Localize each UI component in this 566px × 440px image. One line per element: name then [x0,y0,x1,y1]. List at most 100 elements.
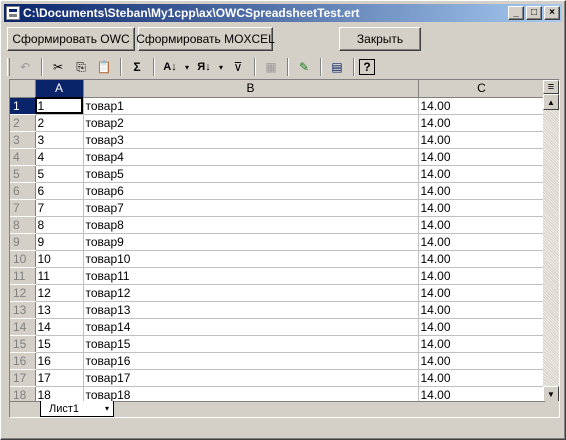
sheet-tab[interactable]: Лист1 ▾ [40,401,114,417]
cell-c[interactable]: 14.00 [418,97,546,115]
cell-c[interactable]: 14.00 [418,233,546,251]
form-owc-button[interactable]: Сформировать OWC [7,27,135,51]
cell-a[interactable]: 13 [35,301,84,319]
row-header[interactable]: 6 [10,182,36,200]
cell-b[interactable]: товар4 [83,148,419,166]
cell-a[interactable]: 5 [35,165,84,183]
sort-descending-dropdown-icon[interactable]: ▾ [216,57,226,77]
size-grip[interactable] [545,401,559,417]
cell-b[interactable]: товар6 [83,182,419,200]
cell-b[interactable]: товар15 [83,335,419,353]
cell-c[interactable]: 14.00 [418,369,546,387]
cell-b[interactable]: товар11 [83,267,419,285]
form-moxcel-button[interactable]: Сформировать MOXCEL [136,27,275,51]
autofilter-icon[interactable]: ⊽ [227,57,249,77]
sheet-tab-dropdown-icon[interactable]: ▾ [105,404,109,413]
title-bar[interactable]: C:\Documents\Steban\My1cpp\ax\OWCSpreads… [4,4,562,22]
cell-a[interactable]: 10 [35,250,84,268]
maximize-button[interactable]: □ [526,6,542,20]
undo-icon[interactable]: ↶ [14,57,36,77]
cell-a[interactable]: 17 [35,369,84,387]
row-header[interactable]: 4 [10,148,36,166]
toolbar-grip[interactable] [7,58,10,76]
cut-icon[interactable]: ✂ [47,57,69,77]
close-window-button[interactable]: × [544,6,560,20]
cell-c[interactable]: 14.00 [418,267,546,285]
row-header[interactable]: 17 [10,369,36,387]
cell-b[interactable]: товар3 [83,131,419,149]
cell-c[interactable]: 14.00 [418,318,546,336]
sort-ascending-dropdown-icon[interactable]: ▾ [182,57,192,77]
row-header[interactable]: 2 [10,114,36,132]
cell-b[interactable]: товар10 [83,250,419,268]
cell-c[interactable]: 14.00 [418,284,546,302]
cell-a[interactable]: 4 [35,148,84,166]
cell-b[interactable]: товар14 [83,318,419,336]
minimize-button[interactable]: _ [508,6,524,20]
cell-c[interactable]: 14.00 [418,216,546,234]
cell-a[interactable]: 14 [35,318,84,336]
cell-c[interactable]: 14.00 [418,250,546,268]
row-header[interactable]: 11 [10,267,36,285]
cell-c[interactable]: 14.00 [418,165,546,183]
cell-a[interactable]: 8 [35,216,84,234]
cell-a[interactable]: 7 [35,199,84,217]
export-excel-icon[interactable]: ✎ [293,57,315,77]
cell-a[interactable]: 1 [35,97,84,115]
cell-a[interactable]: 3 [35,131,84,149]
cell-c[interactable]: 14.00 [418,335,546,353]
row-header[interactable]: 9 [10,233,36,251]
select-all-corner[interactable] [10,80,36,98]
cell-b[interactable]: товар17 [83,369,419,387]
row-header[interactable]: 10 [10,250,36,268]
copy-icon[interactable]: ⎘ [70,57,92,77]
row-header[interactable]: 15 [10,335,36,353]
help-icon[interactable]: ? [359,59,375,75]
vertical-scrollbar[interactable]: ≡ ▲ ▼ [543,80,559,402]
properties-icon[interactable]: ▤ [326,57,348,77]
autosum-icon[interactable]: Σ [126,57,148,77]
cell-c[interactable]: 14.00 [418,182,546,200]
row-header[interactable]: 3 [10,131,36,149]
scroll-up-icon[interactable]: ▲ [543,94,559,110]
cell-b[interactable]: товар13 [83,301,419,319]
cell-a[interactable]: 6 [35,182,84,200]
sort-descending-icon[interactable]: Я↓ [193,57,215,77]
row-header[interactable]: 12 [10,284,36,302]
close-button[interactable]: Закрыть [339,27,421,51]
cell-b[interactable]: товар1 [83,97,419,115]
cell-c[interactable]: 14.00 [418,148,546,166]
cell-c[interactable]: 14.00 [418,199,546,217]
scroll-down-icon[interactable]: ▼ [543,386,559,402]
cell-a[interactable]: 15 [35,335,84,353]
cell-c[interactable]: 14.00 [418,301,546,319]
row-header[interactable]: 13 [10,301,36,319]
row-header[interactable]: 14 [10,318,36,336]
cell-c[interactable]: 14.00 [418,114,546,132]
cell-a[interactable]: 9 [35,233,84,251]
cell-b[interactable]: товар2 [83,114,419,132]
cell-b[interactable]: товар5 [83,165,419,183]
row-header[interactable]: 8 [10,216,36,234]
cell-b[interactable]: товар12 [83,284,419,302]
column-header-b[interactable]: B [83,80,419,98]
column-header-c[interactable]: C [418,80,546,98]
cell-a[interactable]: 12 [35,284,84,302]
cell-b[interactable]: товар8 [83,216,419,234]
cell-b[interactable]: товар9 [83,233,419,251]
sort-ascending-icon[interactable]: A↓ [159,57,181,77]
app-icon[interactable] [6,6,20,20]
paste-icon[interactable]: 📋 [93,57,115,77]
column-header-a[interactable]: A [35,80,84,98]
refresh-icon[interactable]: ▦ [260,57,282,77]
cell-a[interactable]: 16 [35,352,84,370]
scroll-thumb[interactable]: ≡ [543,80,559,94]
row-header[interactable]: 16 [10,352,36,370]
cell-c[interactable]: 14.00 [418,131,546,149]
row-header[interactable]: 1 [10,97,36,115]
cell-a[interactable]: 11 [35,267,84,285]
cell-a[interactable]: 2 [35,114,84,132]
cell-b[interactable]: товар16 [83,352,419,370]
row-header[interactable]: 5 [10,165,36,183]
cell-b[interactable]: товар7 [83,199,419,217]
